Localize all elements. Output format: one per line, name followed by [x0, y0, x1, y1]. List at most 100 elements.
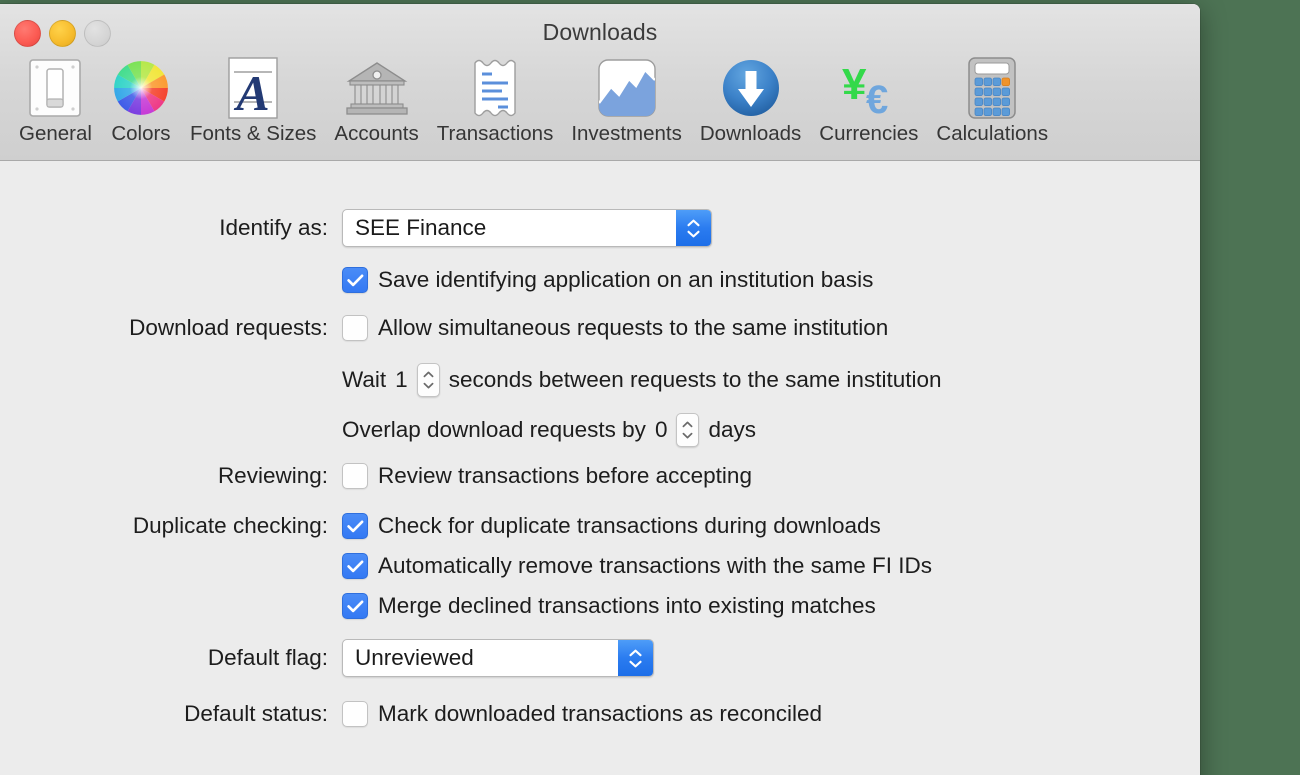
review-before-accepting-label: Review transactions before accepting	[378, 463, 752, 488]
row-save-identifying: Save identifying application on an insti…	[0, 267, 873, 293]
allow-simultaneous-checkbox[interactable]	[342, 315, 368, 341]
desktop-background: Downloads General Colors A Fonts & Sizes…	[0, 0, 1300, 775]
toolbar-item-investments[interactable]: Investments	[562, 57, 691, 146]
row-overlap-requests: Overlap download requests by 0 days	[0, 413, 756, 447]
check-duplicates-label: Check for duplicate transactions during …	[378, 513, 881, 538]
toolbar-label: Currencies	[819, 122, 919, 145]
svg-text:€: €	[866, 78, 888, 117]
calculator-icon	[961, 57, 1023, 119]
window-titlebar-toolbar: Downloads General Colors A Fonts & Sizes…	[0, 4, 1200, 161]
default-flag-value: Unreviewed	[355, 645, 474, 670]
stepper-up-icon	[423, 371, 434, 378]
stepper-down-icon	[683, 432, 693, 439]
reviewing-label: Reviewing:	[217, 463, 328, 488]
overlap-days-stepper[interactable]	[676, 413, 700, 447]
download-requests-label: Download requests:	[129, 315, 328, 340]
checkmark-icon	[346, 560, 363, 572]
wait-seconds-value[interactable]: 1	[395, 367, 408, 393]
font-page-icon: A	[222, 57, 284, 119]
row-default-flag: Default flag: Unreviewed	[0, 639, 654, 677]
save-identifying-checkbox-row[interactable]: Save identifying application on an insti…	[342, 267, 873, 293]
review-before-accepting-checkbox[interactable]	[342, 463, 368, 489]
checkmark-icon	[346, 600, 363, 612]
toolbar-item-transactions[interactable]: Transactions	[428, 57, 563, 146]
review-before-accepting-row[interactable]: Review transactions before accepting	[342, 463, 752, 489]
window-title: Downloads	[542, 19, 658, 45]
stepper-down-icon	[423, 382, 434, 389]
toolbar-label: Accounts	[334, 122, 419, 145]
color-wheel-icon	[110, 57, 172, 119]
auto-remove-same-fi-ids-label: Automatically remove transactions with t…	[378, 553, 932, 578]
save-identifying-label: Save identifying application on an insti…	[378, 267, 874, 292]
default-status-label: Default status:	[184, 701, 328, 726]
merge-declined-checkbox[interactable]	[342, 593, 368, 619]
auto-remove-same-fi-ids-checkbox[interactable]	[342, 553, 368, 579]
svg-text:¥: ¥	[842, 60, 867, 109]
toolbar-label: Downloads	[699, 122, 802, 145]
row-duplicate-checking: Duplicate checking: Check for duplicate …	[0, 513, 881, 539]
popup-arrows[interactable]	[618, 640, 653, 676]
area-chart-icon	[596, 57, 658, 119]
default-flag-label: Default flag:	[207, 645, 328, 670]
chevron-up-icon	[629, 649, 642, 656]
preferences-content: Identify as: SEE Finance Save identifyin…	[0, 161, 1200, 775]
row-reviewing: Reviewing: Review transactions before ac…	[0, 463, 752, 489]
download-arrow-icon	[720, 57, 782, 119]
row-default-status: Default status: Mark downloaded transact…	[0, 701, 822, 727]
svg-text:A: A	[233, 65, 269, 119]
toolbar-label: General	[19, 122, 92, 145]
checkmark-icon	[346, 520, 363, 532]
chevron-up-icon	[687, 219, 700, 226]
toolbar-label: Investments	[571, 122, 682, 145]
overlap-suffix-label: days	[708, 417, 756, 442]
receipt-icon	[464, 57, 526, 119]
bank-building-icon	[345, 57, 408, 119]
wait-seconds-stepper[interactable]	[416, 363, 440, 397]
duplicate-checking-label: Duplicate checking:	[132, 513, 328, 538]
yen-euro-icon: ¥ €	[838, 57, 900, 119]
checkmark-icon	[346, 274, 363, 286]
popup-arrows[interactable]	[676, 210, 711, 246]
toolbar-item-fonts-sizes[interactable]: A Fonts & Sizes	[181, 57, 325, 146]
downloads-preferences-window: Downloads General Colors A Fonts & Sizes…	[0, 4, 1200, 775]
chevron-down-icon	[687, 230, 700, 237]
toolbar-label: Fonts & Sizes	[189, 122, 317, 145]
overlap-days-value[interactable]: 0	[655, 417, 668, 443]
toolbar: General Colors A Fonts & Sizes Accounts …	[0, 57, 1200, 146]
allow-simultaneous-label: Allow simultaneous requests to the same …	[378, 315, 889, 340]
stepper-up-icon	[683, 421, 693, 428]
duplicate-option-row[interactable]: Check for duplicate transactions during …	[342, 513, 881, 539]
toolbar-item-calculations[interactable]: Calculations	[927, 57, 1057, 146]
allow-simultaneous-checkbox-row[interactable]: Allow simultaneous requests to the same …	[342, 315, 888, 341]
toolbar-item-general[interactable]: General	[10, 57, 101, 146]
toolbar-label: Calculations	[936, 122, 1049, 145]
duplicate-option-row[interactable]: Merge declined transactions into existin…	[342, 593, 876, 619]
chevron-down-icon	[629, 660, 642, 667]
toolbar-item-colors[interactable]: Colors	[101, 57, 181, 146]
overlap-prefix-label: Overlap download requests by	[342, 417, 646, 442]
mark-reconciled-label: Mark downloaded transactions as reconcil…	[378, 701, 822, 726]
toolbar-label: Transactions	[436, 122, 554, 145]
identify-as-popup[interactable]: SEE Finance	[342, 209, 712, 247]
toolbar-label: Colors	[111, 122, 171, 145]
identify-as-label: Identify as:	[219, 215, 328, 240]
merge-declined-label: Merge declined transactions into existin…	[378, 593, 876, 618]
switch-plate-icon	[24, 57, 86, 119]
mark-reconciled-checkbox[interactable]	[342, 701, 368, 727]
identify-as-value: SEE Finance	[355, 215, 487, 240]
toolbar-item-currencies[interactable]: ¥ € Currencies	[810, 57, 927, 146]
default-flag-popup[interactable]: Unreviewed	[342, 639, 654, 677]
check-duplicates-checkbox[interactable]	[342, 513, 368, 539]
wait-suffix-label: seconds between requests to the same ins…	[448, 367, 942, 392]
save-identifying-checkbox[interactable]	[342, 267, 368, 293]
mark-reconciled-row[interactable]: Mark downloaded transactions as reconcil…	[342, 701, 822, 727]
toolbar-item-downloads[interactable]: Downloads	[691, 57, 810, 146]
row-duplicate-option-3: Merge declined transactions into existin…	[0, 593, 876, 619]
toolbar-item-accounts[interactable]: Accounts	[325, 57, 427, 146]
row-wait-seconds: Wait 1 seconds between requests to the s…	[0, 363, 941, 397]
row-identify-as: Identify as: SEE Finance	[0, 209, 712, 247]
row-download-requests: Download requests: Allow simultaneous re…	[0, 315, 888, 341]
row-duplicate-option-2: Automatically remove transactions with t…	[0, 553, 932, 579]
wait-prefix-label: Wait	[342, 367, 387, 392]
duplicate-option-row[interactable]: Automatically remove transactions with t…	[342, 553, 932, 579]
